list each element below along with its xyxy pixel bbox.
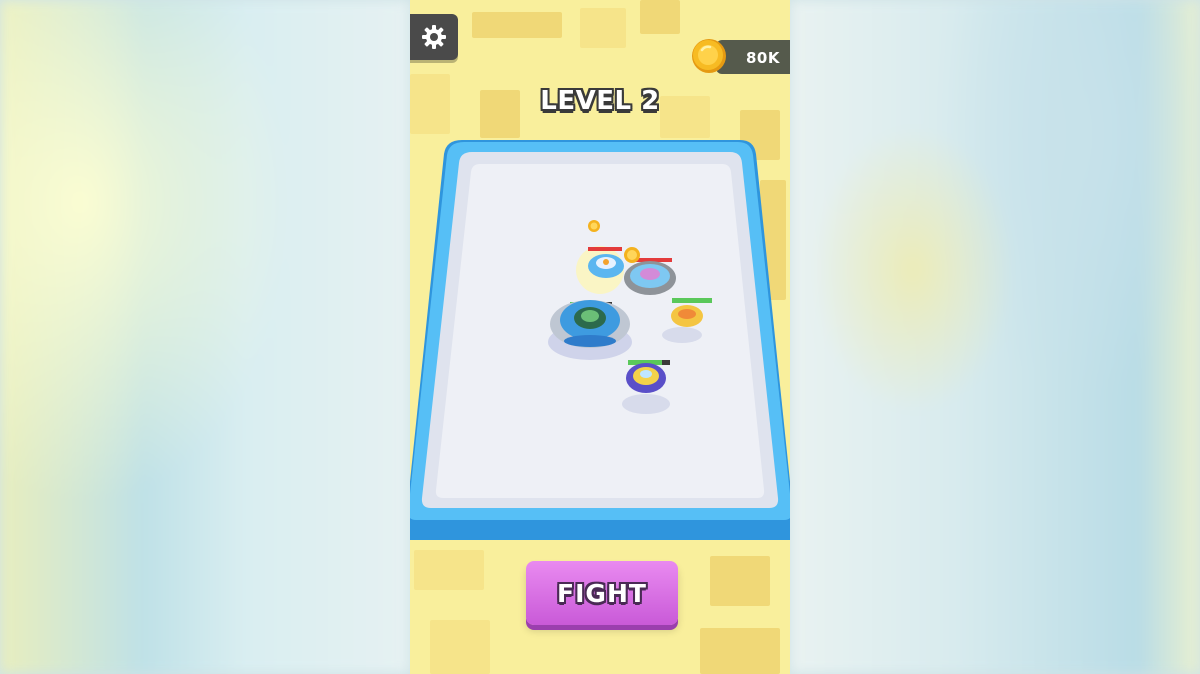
level-title: LEVEL 2 bbox=[540, 86, 660, 116]
reward-coin-icon bbox=[624, 247, 640, 263]
gold-coin-icon bbox=[692, 39, 726, 73]
gear-icon bbox=[422, 25, 446, 49]
blurred-backdrop-right bbox=[790, 0, 1200, 674]
reward-coin-icon bbox=[588, 220, 600, 232]
fight-button-label: FIGHT bbox=[557, 578, 647, 608]
player-top bbox=[550, 300, 630, 348]
coin-counter: 80K bbox=[716, 40, 790, 74]
game-viewport[interactable]: 80K LEVEL 2 FIGHT bbox=[410, 0, 790, 674]
top-shadow bbox=[622, 394, 670, 414]
fight-button[interactable]: FIGHT bbox=[526, 561, 678, 625]
blurred-backdrop-left bbox=[0, 0, 410, 674]
coin-amount: 80K bbox=[746, 49, 780, 67]
settings-button[interactable] bbox=[410, 14, 458, 60]
top-shadow bbox=[662, 327, 702, 343]
